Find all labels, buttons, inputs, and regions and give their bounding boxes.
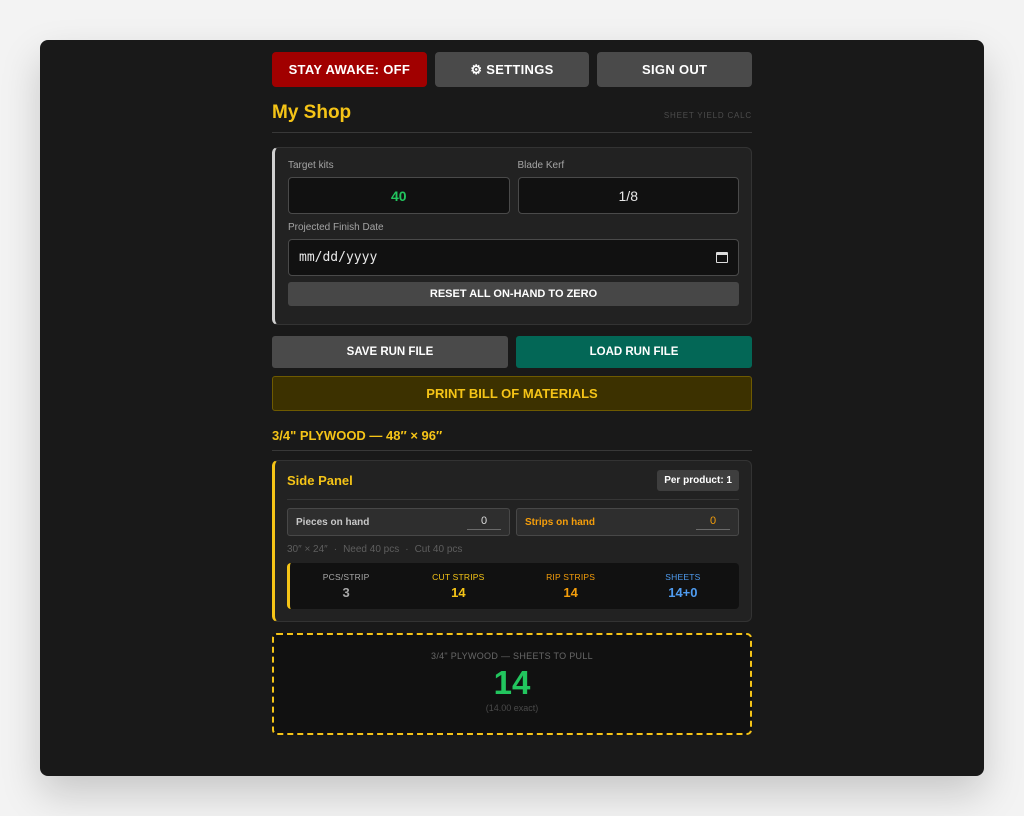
stat-pcs-per-strip: PCS/STRIP 3 <box>290 572 402 600</box>
strips-on-hand-field: Strips on hand 0 <box>516 508 739 536</box>
stat-sheets: SHEETS 14+0 <box>627 572 739 600</box>
stat-value: 14+0 <box>668 585 698 600</box>
part-stats: PCS/STRIP 3 CUT STRIPS 14 RIP STRIPS 14 … <box>287 563 739 609</box>
run-file-row: SAVE RUN FILE LOAD RUN FILE <box>272 336 752 368</box>
part-cut: Cut 40 pcs <box>414 544 463 555</box>
per-product-badge: Per product: 1 <box>657 469 739 491</box>
blade-kerf-field: Blade Kerf 1/8 <box>517 160 739 214</box>
finish-date-input[interactable]: mm/dd/yyyy <box>288 239 739 276</box>
toolbar: STAY AWAKE: OFF ⚙ SETTINGS SIGN OUT <box>272 52 753 87</box>
print-bom-button[interactable]: PRINT BILL OF MATERIALS <box>272 376 752 411</box>
page-title: My Shop <box>272 102 352 123</box>
summary-value: 14 <box>493 664 531 701</box>
stat-cut-strips: CUT STRIPS 14 <box>402 572 514 600</box>
app-window: STAY AWAKE: OFF ⚙ SETTINGS SIGN OUT My S… <box>40 40 984 776</box>
stay-awake-button[interactable]: STAY AWAKE: OFF <box>272 52 427 87</box>
page-header: My Shop SHEET YIELD CALC <box>272 87 752 133</box>
calendar-icon[interactable] <box>716 252 728 263</box>
part-name: Side Panel <box>287 472 353 488</box>
stat-value: 14 <box>563 585 578 600</box>
sheets-summary: 3/4" PLYWOOD — SHEETS TO PULL 14 (14.00 … <box>272 633 752 735</box>
finish-date-label: Projected Finish Date <box>288 222 384 233</box>
part-card: Side Panel Per product: 1 Pieces on hand… <box>272 460 752 622</box>
strips-on-hand-label: Strips on hand <box>525 516 595 528</box>
stat-value: 14 <box>451 585 466 600</box>
pieces-on-hand-input[interactable]: 0 <box>467 515 501 530</box>
reset-on-hand-button[interactable]: RESET ALL ON-HAND TO ZERO <box>288 282 739 306</box>
part-size: 30″ × 24″ <box>287 544 328 555</box>
strips-on-hand-input[interactable]: 0 <box>696 515 730 530</box>
blade-kerf-label: Blade Kerf <box>517 160 565 171</box>
separator: · <box>405 544 409 555</box>
load-run-file-button[interactable]: LOAD RUN FILE <box>516 336 752 368</box>
target-kits-label: Target kits <box>288 160 334 171</box>
stat-rip-strips: RIP STRIPS 14 <box>515 572 627 600</box>
blade-kerf-input[interactable]: 1/8 <box>517 177 739 214</box>
pieces-on-hand-field: Pieces on hand 0 <box>287 508 510 536</box>
summary-exact: (14.00 exact) <box>485 703 539 713</box>
part-need: Need 40 pcs <box>343 544 400 555</box>
settings-button[interactable]: ⚙ SETTINGS <box>434 52 590 87</box>
separator: · <box>333 544 338 555</box>
run-settings-card: Target kits 40 Blade Kerf 1/8 Projected … <box>272 147 752 325</box>
material-section-title: 3/4" PLYWOOD — 48″ × 96″ <box>272 428 752 451</box>
stat-label: RIP STRIPS <box>546 572 596 582</box>
page-subtitle: SHEET YIELD CALC <box>663 111 752 120</box>
stat-label: CUT STRIPS <box>432 572 485 582</box>
summary-label: 3/4" PLYWOOD — SHEETS TO PULL <box>431 651 593 661</box>
save-run-file-button[interactable]: SAVE RUN FILE <box>272 336 508 368</box>
stat-value: 3 <box>342 585 350 600</box>
finish-date-placeholder: mm/dd/yyyy <box>299 250 378 265</box>
part-dimensions: 30″ × 24″ · Need 40 pcs · Cut 40 pcs <box>287 544 739 555</box>
pieces-on-hand-label: Pieces on hand <box>296 516 370 528</box>
target-kits-input[interactable]: 40 <box>288 177 510 214</box>
target-kits-field: Target kits 40 <box>288 160 510 214</box>
stat-label: PCS/STRIP <box>322 572 370 582</box>
stat-label: SHEETS <box>665 572 701 582</box>
finish-date-field: Projected Finish Date mm/dd/yyyy <box>288 222 739 276</box>
main-column: STAY AWAKE: OFF ⚙ SETTINGS SIGN OUT My S… <box>272 52 753 735</box>
sign-out-button[interactable]: SIGN OUT <box>597 52 753 87</box>
